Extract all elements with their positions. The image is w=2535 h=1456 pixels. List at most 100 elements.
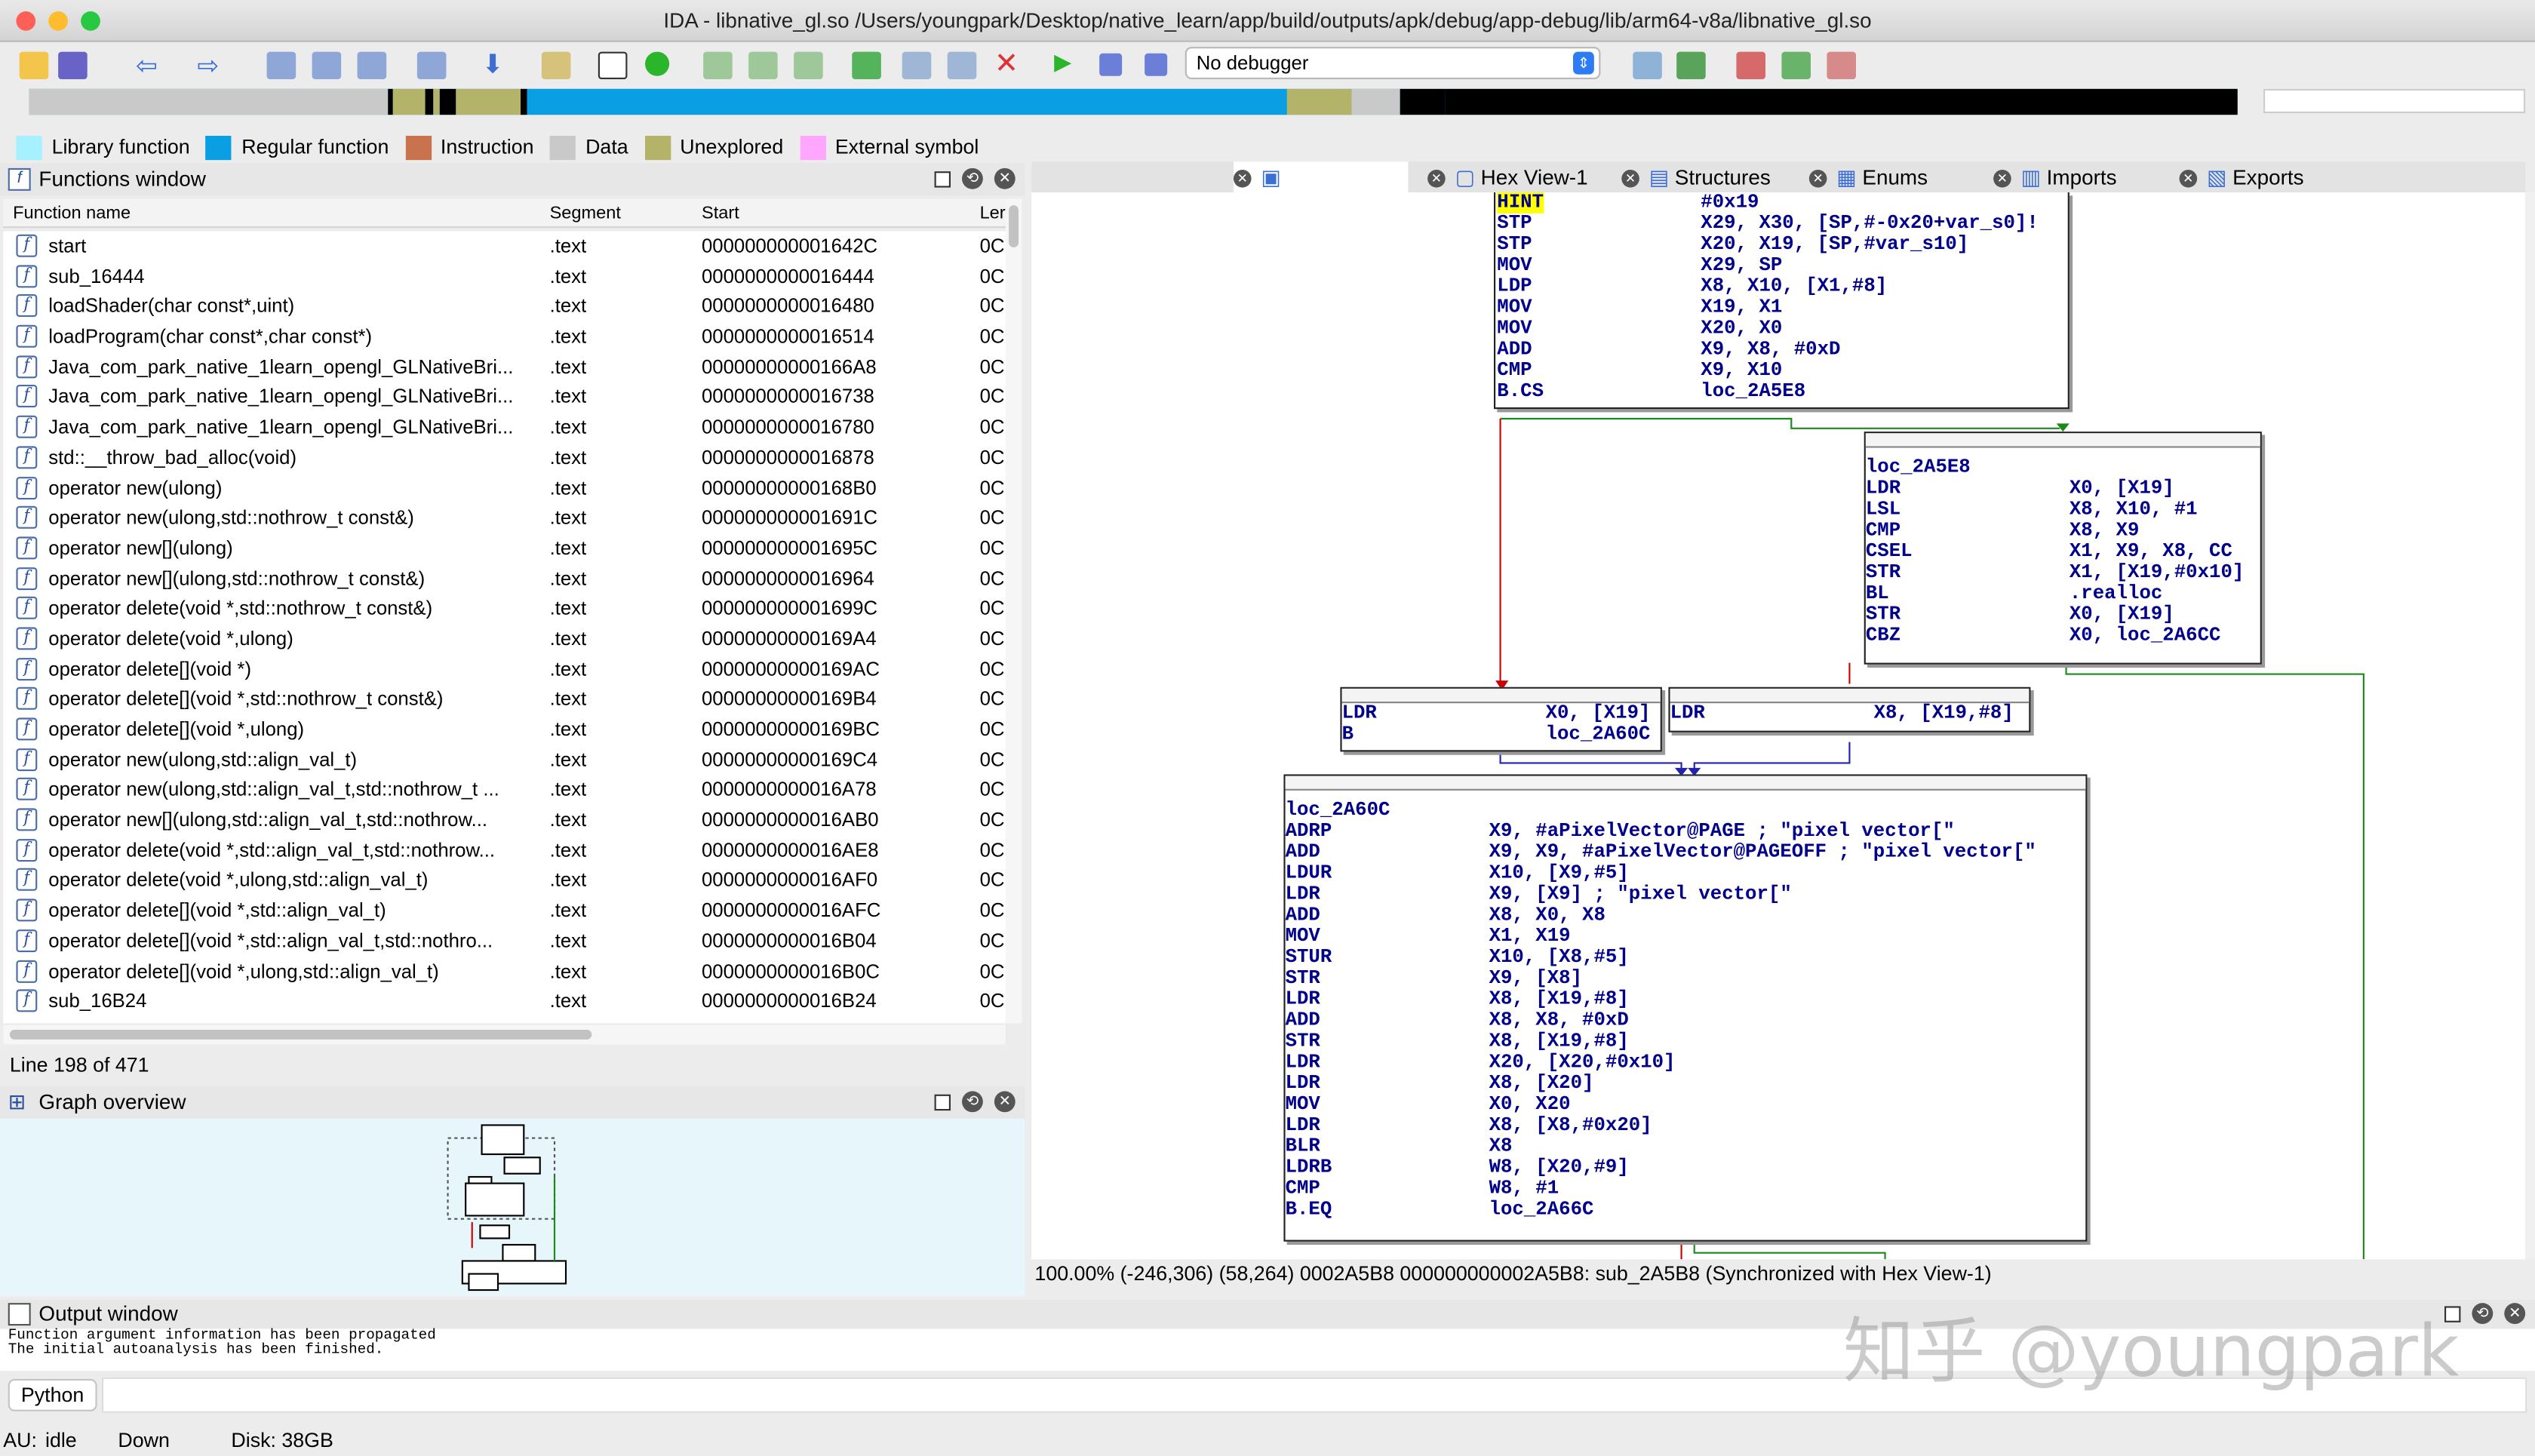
close-tab-icon[interactable]: ✕ xyxy=(2179,170,2198,188)
tab-imports[interactable]: ✕ ▥ Imports xyxy=(1993,165,2117,191)
function-row[interactable]: f operator new[](ulong,std::align_val_t,s… xyxy=(3,805,1006,835)
tab-ida-view[interactable]: ✕ ▣ xyxy=(1234,161,1409,195)
function-row[interactable]: f operator new(ulong,std::nothrow_t const… xyxy=(3,503,1006,533)
instruction-line[interactable]: HINT #0x19 xyxy=(1497,192,2067,213)
star-icon[interactable] xyxy=(902,51,932,79)
instruction-line[interactable]: MOV X1, X19 xyxy=(1286,926,2086,948)
function-row[interactable]: f operator delete[](void *,std::align_val… xyxy=(3,926,1006,956)
tab-structures[interactable]: ✕ ▤ Structures xyxy=(1621,165,1771,191)
instruction-line[interactable]: B.EQ loc_2A66C xyxy=(1286,1199,2086,1221)
function-row[interactable]: f Java_com_park_native_1learn_opengl_GLNa… xyxy=(3,352,1006,382)
function-row[interactable]: f loadShader(char const*,uint) .text 000000… xyxy=(3,292,1006,322)
instruction-line[interactable]: CSEL X1, X9, X8, CC xyxy=(1866,541,2260,563)
function-row[interactable]: f operator delete[](void *,std::nothrow_t… xyxy=(3,684,1006,714)
function-row[interactable]: f Java_com_park_native_1learn_opengl_GLNa… xyxy=(3,413,1006,443)
attach-icon[interactable] xyxy=(1633,51,1662,79)
add-struct-icon[interactable] xyxy=(852,51,881,79)
column-function-name[interactable]: Function name xyxy=(13,204,131,223)
function-row[interactable]: f sub_16444 .text 0000000000016444 0C xyxy=(3,261,1006,291)
navigation-band[interactable] xyxy=(29,88,2238,115)
patch-icon[interactable] xyxy=(947,51,977,79)
instruction-line[interactable]: ADD X8, X8, #0xD xyxy=(1286,1009,2086,1031)
instruction-line[interactable]: STP X29, X30, [SP,#-0x20+var_s0]! xyxy=(1497,213,2067,235)
graph-view[interactable]: HINT #0x19 STP X29, X30, [SP,#-0x20+var_s0]… xyxy=(1031,192,2526,1260)
function-row[interactable]: f start .text 000000000001642C 0C xyxy=(3,231,1006,261)
restore-icon[interactable] xyxy=(934,1093,951,1110)
instruction-line[interactable]: LDRB W8, [X20,#9] xyxy=(1286,1157,2086,1178)
function-row[interactable]: f sub_16B24 .text 0000000000016B24 0C xyxy=(3,987,1006,1017)
graph-overview-minimap[interactable] xyxy=(0,1119,1025,1297)
hook-icon[interactable] xyxy=(541,51,571,79)
instruction-line[interactable]: CMP X9, X10 xyxy=(1497,360,2067,382)
functions-vscroll-thumb[interactable] xyxy=(1009,205,1019,247)
add-breakpoint-icon[interactable] xyxy=(1781,51,1811,79)
undefine-icon[interactable]: ✕ xyxy=(994,47,1019,81)
code-block-loc-2a60c[interactable]: loc_2A60C ADRP X9, #aPixelVector@PAGE ; "p… xyxy=(1283,774,2088,1242)
instruction-line[interactable]: CBZ X0, loc_2A6CC xyxy=(1866,625,2260,647)
function-row[interactable]: f operator delete[](void *) .text 000000000… xyxy=(3,654,1006,684)
immediate-search-icon[interactable] xyxy=(357,51,387,79)
function-row[interactable]: f operator new(ulong,std::align_val_t,std… xyxy=(3,775,1006,805)
text-search-icon[interactable] xyxy=(312,51,342,79)
close-tab-icon[interactable]: ✕ xyxy=(1427,170,1446,188)
close-panel-icon[interactable]: ✕ xyxy=(994,1091,1016,1113)
code-block-entry[interactable]: HINT #0x19 STP X29, X30, [SP,#-0x20+var_s0]… xyxy=(1493,192,2069,410)
instruction-line[interactable]: Bloc_2A60C xyxy=(1342,723,1661,745)
instruction-line[interactable]: LDR X0, [X19] xyxy=(1866,478,2260,499)
instruction-line[interactable]: ADD X8, X0, X8 xyxy=(1286,905,2086,926)
tab-exports[interactable]: ✕ ▧ Exports xyxy=(2179,165,2304,191)
instruction-line[interactable]: LDP X8, X10, [X1,#8] xyxy=(1497,275,2067,297)
function-row[interactable]: f operator delete[](void *,ulong,std::ali… xyxy=(3,957,1006,987)
function-row[interactable]: f operator delete(void *,std::nothrow_t c… xyxy=(3,594,1006,624)
instruction-line[interactable]: LDUR X10, [X9,#5] xyxy=(1286,862,2086,884)
instruction-line[interactable]: MOV X0, X20 xyxy=(1286,1094,2086,1116)
float-icon[interactable]: ⟲ xyxy=(2472,1303,2494,1324)
instruction-line[interactable]: CMP W8, #1 xyxy=(1286,1178,2086,1200)
instruction-line[interactable]: STR X0, [X19] xyxy=(1866,604,2260,625)
instruction-line[interactable]: LDR X20, [X20,#0x10] xyxy=(1286,1052,2086,1074)
functions-list[interactable]: f start .text 000000000001642C 0C f sub_16444.… xyxy=(3,231,1006,1024)
instruction-line[interactable]: STP X20, X19, [SP,#var_s10] xyxy=(1497,234,2067,256)
instruction-line[interactable]: LDR X8, [X19,#8] xyxy=(1286,988,2086,1010)
tab-enums[interactable]: ✕ ▦ Enums xyxy=(1808,165,1928,191)
function-row[interactable]: f operator new(ulong,std::align_val_t) .te… xyxy=(3,745,1006,775)
data-icon[interactable] xyxy=(748,51,778,79)
code-block-ldr-x8[interactable]: LDR X8, [X19,#8] xyxy=(1668,687,2031,733)
instruction-line[interactable]: LDR X8, [X19,#8] xyxy=(1670,702,2030,724)
instruction-line[interactable]: LSL X8, X10, #1 xyxy=(1866,499,2260,521)
green-dot-icon[interactable] xyxy=(645,51,670,76)
instruction-line[interactable]: B.CS loc_2A5E8 xyxy=(1497,381,2067,403)
refresh-icon[interactable] xyxy=(1676,51,1706,79)
instruction-line[interactable]: BL .realloc xyxy=(1866,582,2260,605)
instruction-line[interactable]: ADD X9, X9, #aPixelVector@PAGEOFF ; "pixe… xyxy=(1286,841,2086,863)
instruction-line[interactable]: MOV X29, SP xyxy=(1497,254,2067,277)
function-row[interactable]: f loadProgram(char const*,char const*) .te… xyxy=(3,322,1006,352)
close-panel-icon[interactable]: ✕ xyxy=(994,167,1016,189)
instruction-line[interactable]: LDR X8, [X8,#0x20] xyxy=(1286,1114,2086,1137)
navigation-box[interactable] xyxy=(2263,88,2526,113)
function-row[interactable]: f operator new[](ulong,std::nothrow_t con… xyxy=(3,564,1006,594)
instruction-line[interactable]: LDR X9, [X9] ; "pixel vector[" xyxy=(1286,883,2086,905)
open-file-icon[interactable] xyxy=(19,51,49,79)
column-length[interactable]: Ler xyxy=(980,204,1006,223)
code-icon[interactable] xyxy=(703,51,733,79)
instruction-line[interactable]: STUR X10, [X8,#5] xyxy=(1286,947,2086,969)
function-row[interactable]: f operator delete[](void *,ulong) .text 000… xyxy=(3,714,1006,745)
instruction-line[interactable]: STR X8, [X19,#8] xyxy=(1286,1031,2086,1052)
restore-icon[interactable] xyxy=(934,170,951,187)
column-start[interactable]: Start xyxy=(702,204,739,223)
play-icon[interactable]: ▶ xyxy=(1054,48,1071,75)
graph-overview-canvas[interactable] xyxy=(0,1118,1025,1297)
functions-vscroll[interactable] xyxy=(1005,198,1022,1024)
ascii-icon[interactable] xyxy=(794,51,823,79)
debugger-select[interactable]: No debugger ⇕ xyxy=(1185,47,1601,79)
function-row[interactable]: f operator new(ulong) .text 00000000000168B… xyxy=(3,473,1006,503)
close-tab-icon[interactable]: ✕ xyxy=(1234,170,1252,188)
function-row[interactable]: f operator delete(void *,std::align_val_t… xyxy=(3,835,1006,865)
function-row[interactable]: f operator delete(void *,ulong) .text 00000… xyxy=(3,624,1006,654)
instruction-line[interactable]: ADD X9, X8, #0xD xyxy=(1497,339,2067,361)
instruction-line[interactable]: LDR X8, [X20] xyxy=(1286,1073,2086,1095)
float-icon[interactable]: ⟲ xyxy=(962,1091,983,1113)
float-icon[interactable]: ⟲ xyxy=(962,167,983,189)
function-row[interactable]: f operator delete(void *,ulong,std::align… xyxy=(3,865,1006,895)
